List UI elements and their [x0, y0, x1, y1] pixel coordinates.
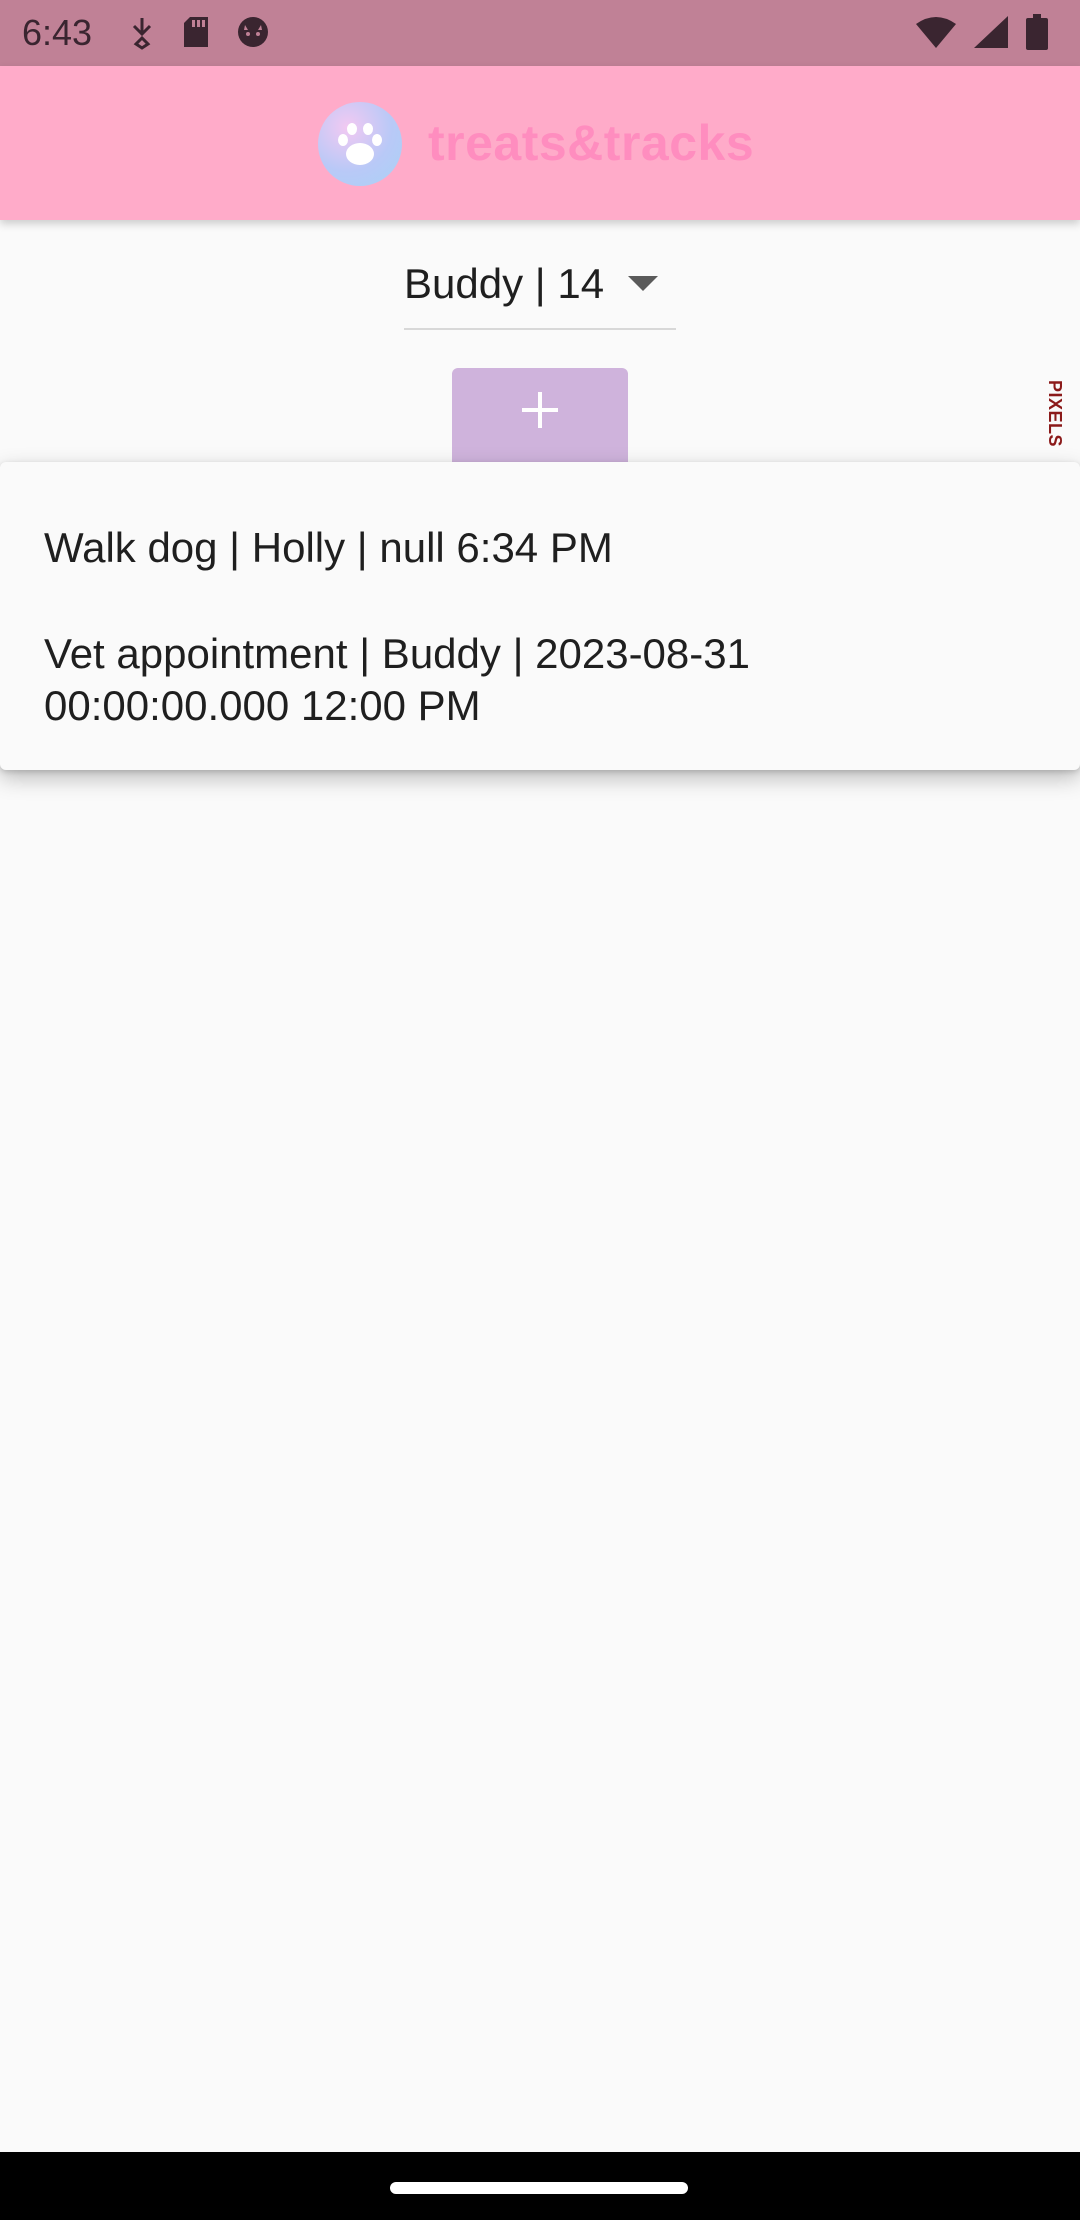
home-indicator[interactable]	[390, 2182, 688, 2194]
app-bar: treats&tracks	[0, 66, 1080, 220]
signal-icon	[974, 16, 1008, 53]
dropdown-arrow-icon	[628, 276, 658, 297]
app-title: treats&tracks	[428, 115, 755, 171]
nav-bar	[0, 2152, 1080, 2220]
status-time: 6:43	[22, 12, 93, 53]
sd-card-icon	[182, 15, 210, 54]
screen: 6:43 treats&tracks Buddy | 14 PIXELS Wal…	[0, 0, 1080, 2220]
add-button[interactable]	[452, 368, 628, 472]
popup-item-line2: 00:00:00.000 12:00 PM	[44, 682, 481, 729]
cat-face-icon	[236, 15, 270, 54]
popup-item-walk[interactable]: Walk dog | Holly | null 6:34 PM	[44, 522, 1044, 574]
pet-dropdown[interactable]: Buddy | 14	[404, 250, 676, 330]
popup-item-label: Walk dog | Holly | null 6:34 PM	[44, 524, 613, 571]
usb-debug-icon	[128, 14, 156, 55]
wifi-icon	[916, 16, 956, 53]
pet-dropdown-value: Buddy | 14	[404, 260, 605, 307]
status-icons-left	[128, 14, 270, 55]
popup-item-line1: Vet appointment | Buddy | 2023-08-31	[44, 630, 750, 677]
status-bar: 6:43	[0, 0, 1080, 66]
popup-item-vet[interactable]: Vet appointment | Buddy | 2023-08-31 00:…	[44, 628, 1044, 732]
popup-menu: Walk dog | Holly | null 6:34 PM Vet appo…	[0, 462, 1080, 770]
paw-icon	[318, 102, 402, 186]
debug-banner-text: PIXELS	[1045, 380, 1065, 448]
plus-icon	[520, 390, 560, 435]
status-icons-right	[916, 14, 1048, 55]
battery-icon	[1026, 14, 1048, 55]
